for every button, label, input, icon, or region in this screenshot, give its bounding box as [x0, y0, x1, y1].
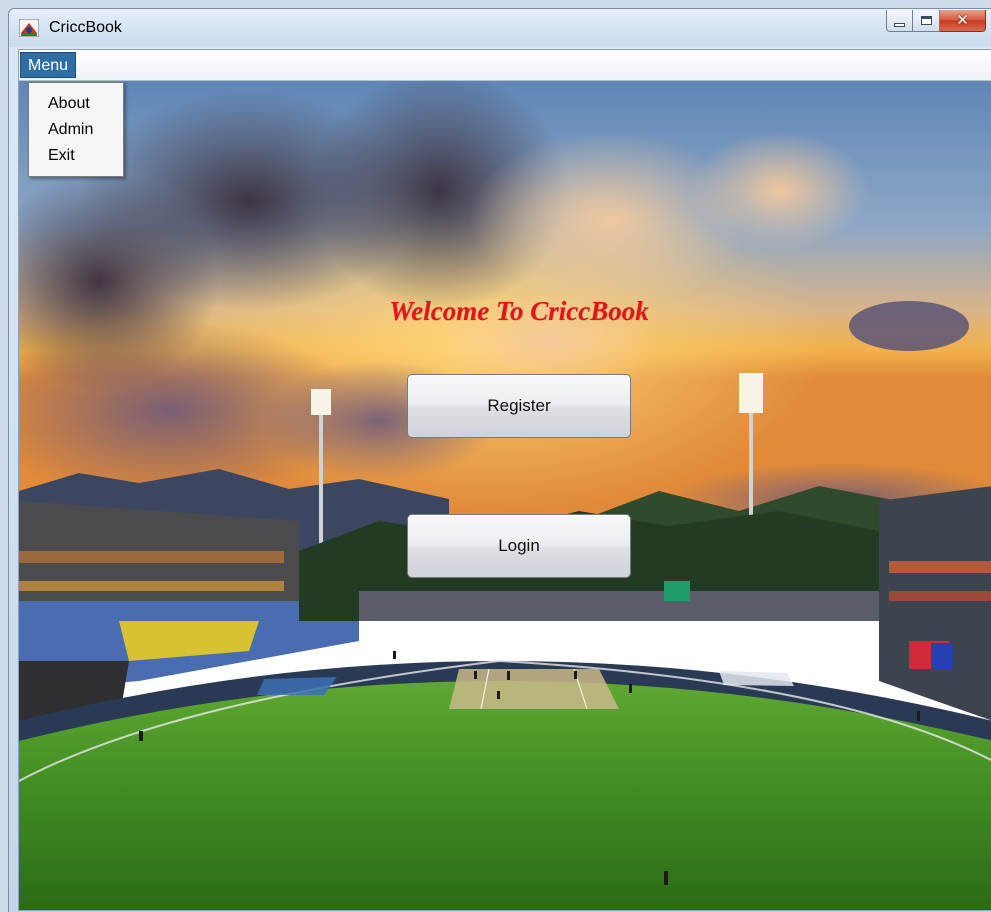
menu-bar: Menu	[19, 50, 991, 81]
client-area: Menu Welcome To CriccBook Register Login…	[18, 49, 991, 911]
close-button[interactable]: ✕	[940, 10, 986, 32]
login-button[interactable]: Login	[407, 514, 631, 578]
register-button[interactable]: Register	[407, 374, 631, 438]
menu-item-admin[interactable]: Admin	[29, 117, 123, 143]
maximize-button[interactable]	[913, 10, 940, 32]
menu-dropdown: About Admin Exit	[28, 82, 124, 177]
minimize-icon	[894, 22, 905, 27]
menu-item-about[interactable]: About	[29, 91, 123, 117]
minimize-button[interactable]	[886, 10, 913, 32]
welcome-heading: Welcome To CriccBook	[389, 296, 649, 326]
maximize-icon	[920, 16, 932, 25]
menu-item-exit[interactable]: Exit	[29, 143, 123, 169]
menu-button[interactable]: Menu	[20, 52, 77, 78]
window-controls: ✕	[886, 10, 986, 32]
close-icon: ✕	[956, 11, 969, 29]
window-title: CriccBook	[49, 19, 122, 36]
app-window: CriccBook ✕ Menu Welcome To CriccBook Re…	[8, 8, 991, 912]
cricket-app-icon	[19, 19, 39, 37]
title-bar[interactable]: CriccBook ✕	[9, 9, 991, 47]
stadium-background-image	[19, 81, 991, 910]
stadium-background	[19, 81, 991, 910]
